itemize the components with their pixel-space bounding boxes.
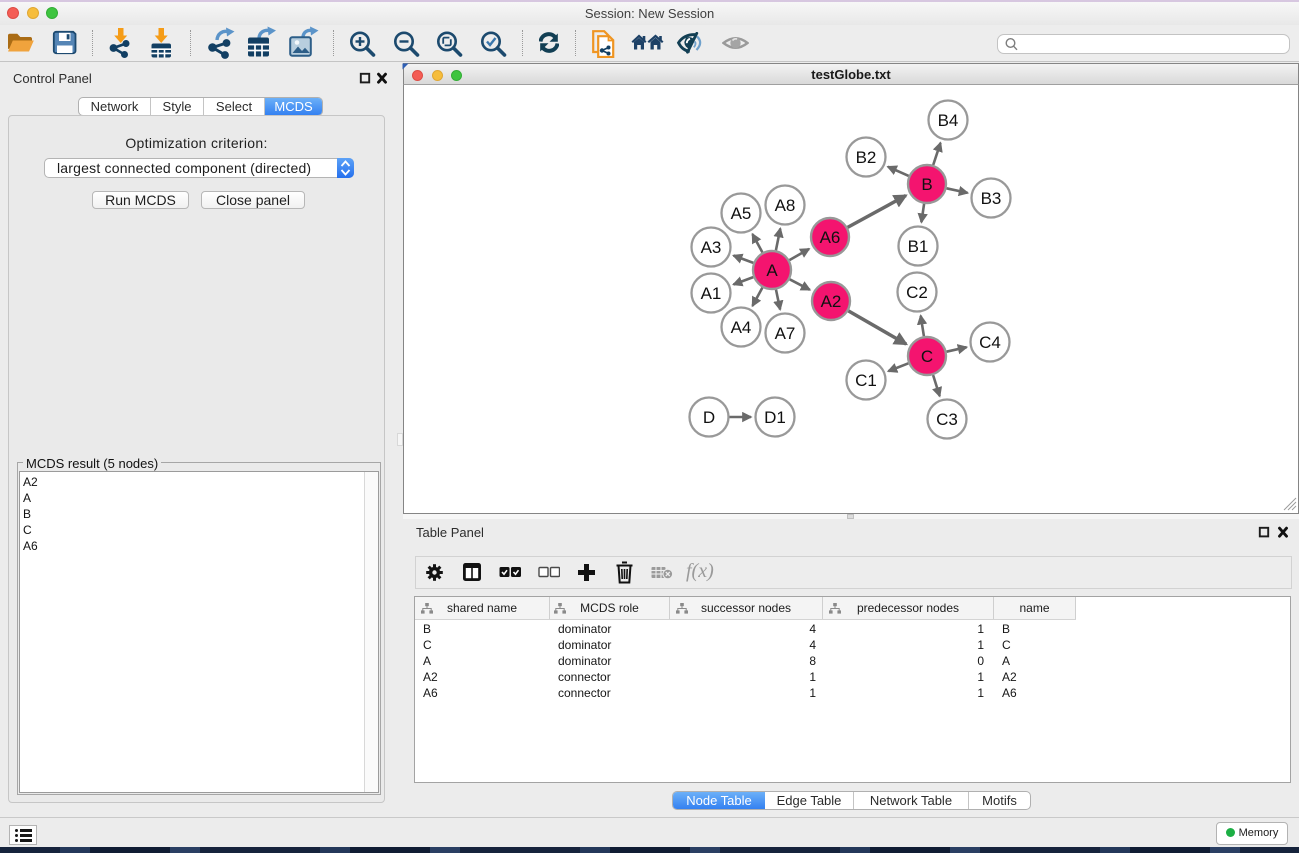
svg-text:A8: A8 bbox=[775, 196, 796, 215]
svg-text:A1: A1 bbox=[701, 284, 722, 303]
svg-text:D1: D1 bbox=[764, 408, 786, 427]
svg-text:C4: C4 bbox=[979, 333, 1001, 352]
svg-text:A4: A4 bbox=[731, 318, 752, 337]
svg-text:C1: C1 bbox=[855, 371, 877, 390]
svg-text:A3: A3 bbox=[701, 238, 722, 257]
svg-text:A6: A6 bbox=[820, 228, 841, 247]
svg-text:A5: A5 bbox=[731, 204, 752, 223]
svg-text:B: B bbox=[921, 175, 932, 194]
svg-text:A: A bbox=[766, 261, 778, 280]
svg-text:B1: B1 bbox=[908, 237, 929, 256]
svg-text:C: C bbox=[921, 347, 933, 366]
svg-text:B4: B4 bbox=[938, 111, 959, 130]
svg-text:B2: B2 bbox=[856, 148, 877, 167]
svg-text:B3: B3 bbox=[981, 189, 1002, 208]
svg-text:A7: A7 bbox=[775, 324, 796, 343]
svg-text:C2: C2 bbox=[906, 283, 928, 302]
svg-text:D: D bbox=[703, 408, 715, 427]
svg-text:C3: C3 bbox=[936, 410, 958, 429]
svg-text:A2: A2 bbox=[821, 292, 842, 311]
